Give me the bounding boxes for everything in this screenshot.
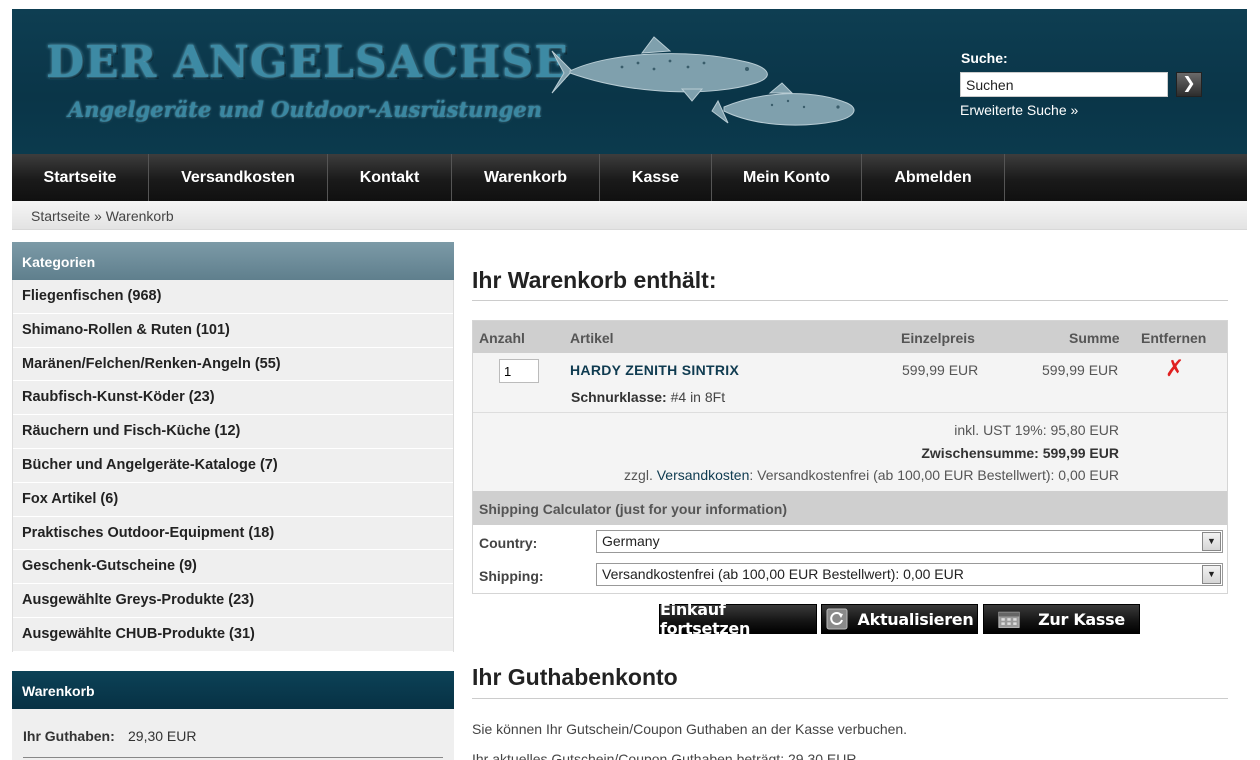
advanced-search-link[interactable]: Erweiterte Suche » <box>960 102 1078 118</box>
divider <box>23 757 443 758</box>
red-x-icon: ✗ <box>1165 355 1185 381</box>
shipping-line: zzgl. Versandkosten: Versandkostenfrei (… <box>624 467 1119 483</box>
checkout-label: Zur Kasse <box>1038 609 1125 629</box>
divider <box>472 300 1228 301</box>
category-item[interactable]: Fox Artikel (6) <box>13 483 453 517</box>
cart-item-row: HARDY ZENITH SINTRIX Schnurklasse: #4 in… <box>473 353 1227 413</box>
cart-title: Ihr Warenkorb enthält: <box>472 267 717 293</box>
main-nav: Startseite Versandkosten Kontakt Warenko… <box>12 154 1247 201</box>
nav-item-startseite[interactable]: Startseite <box>12 154 149 201</box>
country-value: Germany <box>602 533 660 549</box>
arrow-right-icon: ❯ <box>1182 75 1196 92</box>
category-item[interactable]: Raubfisch-Kunst-Köder (23) <box>13 381 453 416</box>
shipping-suffix: : Versandkostenfrei (ab 100,00 EUR Beste… <box>749 467 1119 483</box>
column-header-unit-price: Einzelpreis <box>901 330 975 346</box>
product-attribute: Schnurklasse: #4 in 8Ft <box>571 389 725 405</box>
trout-illustration <box>551 36 855 126</box>
country-select[interactable]: Germany ▼ <box>596 530 1223 553</box>
category-item[interactable]: Fliegenfischen (968) <box>13 280 453 314</box>
tax-line: inkl. UST 19%: 95,80 EUR <box>954 422 1119 438</box>
shipping-calculator-title: Shipping Calculator (just for your infor… <box>473 491 1227 525</box>
search-label: Suche: <box>961 50 1008 66</box>
category-item[interactable]: Räuchern und Fisch-Küche (12) <box>13 415 453 449</box>
cart-table: Anzahl Artikel Einzelpreis Summe Entfern… <box>472 320 1228 594</box>
shipping-value: Versandkostenfrei (ab 100,00 EUR Bestell… <box>602 566 964 582</box>
update-cart-button[interactable]: Aktualisieren <box>821 604 978 634</box>
column-header-sum: Summe <box>1069 330 1120 346</box>
nav-item-versandkosten[interactable]: Versandkosten <box>149 154 328 201</box>
shipping-calculator: Country: Germany ▼ Shipping: Versandkost… <box>473 525 1227 593</box>
continue-shopping-button[interactable]: Einkauf fortsetzen <box>659 600 817 638</box>
category-list: Fliegenfischen (968) Shimano-Rollen & Ru… <box>12 280 454 652</box>
column-header-article: Artikel <box>570 330 614 346</box>
category-item[interactable]: Maränen/Felchen/Renken-Angeln (55) <box>13 348 453 382</box>
category-item[interactable]: Ausgewählte CHUB-Produkte (31) <box>13 618 453 652</box>
site-header: DER ANGELSACHSE Angelgeräte und Outdoor-… <box>12 9 1247 154</box>
cart-totals: inkl. UST 19%: 95,80 EUR Zwischensumme: … <box>473 413 1227 491</box>
subtotal-line: Zwischensumme: 599,99 EUR <box>921 445 1119 461</box>
shipping-label: Shipping: <box>479 568 544 584</box>
column-header-remove: Entfernen <box>1141 330 1207 346</box>
cart-box: Ihr Guthaben: 29,30 EUR <box>12 709 454 760</box>
nav-item-kontakt[interactable]: Kontakt <box>328 154 452 201</box>
credit-value: 29,30 EUR <box>128 728 197 744</box>
logo-subtitle: Angelgeräte und Outdoor-Ausrüstungen <box>68 97 543 122</box>
logo-title[interactable]: DER ANGELSACHSE <box>46 37 569 88</box>
credit-account-balance: Ihr aktuelles Gutschein/Coupon Guthaben … <box>472 751 857 760</box>
category-item[interactable]: Praktisches Outdoor-Equipment (18) <box>13 517 453 551</box>
search-submit-button[interactable]: ❯ <box>1176 72 1202 97</box>
shipping-costs-link[interactable]: Versandkosten <box>657 467 750 483</box>
column-header-qty: Anzahl <box>479 330 525 346</box>
unit-price: 599,99 EUR <box>902 362 979 378</box>
credit-account-text: Sie können Ihr Gutschein/Coupon Guthaben… <box>472 721 908 737</box>
update-cart-label: Aktualisieren <box>857 609 974 629</box>
attribute-label: Schnurklasse: <box>571 389 667 405</box>
quantity-input[interactable] <box>499 359 539 383</box>
country-label: Country: <box>479 535 538 551</box>
cart-box-title: Warenkorb <box>12 671 454 709</box>
product-name-link[interactable]: HARDY ZENITH SINTRIX <box>570 362 739 378</box>
nav-item-mein-konto[interactable]: Mein Konto <box>712 154 862 201</box>
nav-item-kasse[interactable]: Kasse <box>600 154 712 201</box>
nav-item-warenkorb[interactable]: Warenkorb <box>452 154 600 201</box>
calendar-icon <box>998 608 1020 630</box>
breadcrumb-bar: Startseite » Warenkorb <box>12 201 1247 230</box>
credit-label: Ihr Guthaben: <box>23 728 115 744</box>
continue-shopping-label: Einkauf fortsetzen <box>660 600 751 638</box>
line-sum: 599,99 EUR <box>1042 362 1119 378</box>
checkout-button[interactable]: Zur Kasse <box>983 604 1140 634</box>
divider <box>472 698 1228 699</box>
category-item[interactable]: Ausgewählte Greys-Produkte (23) <box>13 584 453 618</box>
shipping-select[interactable]: Versandkostenfrei (ab 100,00 EUR Bestell… <box>596 563 1223 586</box>
category-item[interactable]: Geschenk-Gutscheine (9) <box>13 550 453 585</box>
breadcrumb[interactable]: Startseite » Warenkorb <box>31 208 174 224</box>
credit-account-title: Ihr Guthabenkonto <box>472 664 678 690</box>
refresh-icon <box>826 608 848 630</box>
category-item[interactable]: Bücher und Angelgeräte-Kataloge (7) <box>13 449 453 483</box>
categories-title: Kategorien <box>12 242 454 280</box>
remove-item-button[interactable]: ✗ <box>1165 355 1184 382</box>
attribute-value: #4 in 8Ft <box>670 389 726 405</box>
cart-table-header: Anzahl Artikel Einzelpreis Summe Entfern… <box>473 321 1227 353</box>
chevron-down-icon[interactable]: ▼ <box>1202 532 1221 551</box>
shipping-prefix: zzgl. <box>624 467 653 483</box>
search-input[interactable] <box>960 72 1168 97</box>
nav-item-abmelden[interactable]: Abmelden <box>862 154 1005 201</box>
chevron-down-icon[interactable]: ▼ <box>1202 565 1221 584</box>
category-item[interactable]: Shimano-Rollen & Ruten (101) <box>13 314 453 348</box>
